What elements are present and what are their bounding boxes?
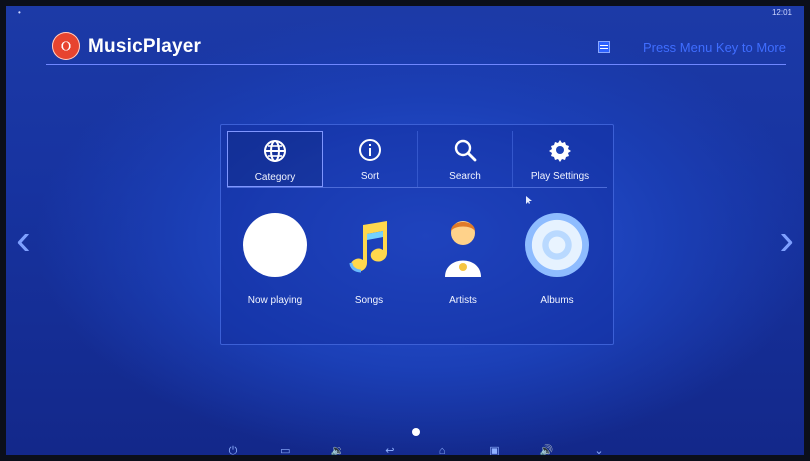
- power-icon[interactable]: ⏻: [226, 444, 240, 455]
- volume-down-icon[interactable]: 🔉: [331, 444, 345, 455]
- tile-label: Songs: [354, 295, 384, 306]
- back-icon[interactable]: ↩: [383, 444, 397, 455]
- recent-apps-icon[interactable]: ▣: [487, 444, 501, 455]
- tab-bar: Category Sort Search Play Settings: [227, 131, 607, 187]
- volume-up-icon[interactable]: 🔊: [540, 444, 554, 455]
- tile-albums[interactable]: Albums: [511, 213, 603, 313]
- tile-label: Now playing: [247, 295, 303, 306]
- tab-play-settings[interactable]: Play Settings: [513, 131, 607, 187]
- menu-icon[interactable]: [598, 41, 610, 53]
- app-title: MusicPlayer: [88, 36, 202, 57]
- tile-songs[interactable]: Songs: [323, 213, 415, 313]
- info-icon: [359, 139, 381, 161]
- next-page-arrow[interactable]: ›: [779, 218, 794, 262]
- tab-divider: [227, 187, 607, 188]
- tile-label: Albums: [540, 295, 574, 306]
- gear-icon: [549, 140, 571, 162]
- music-player-screen: • 12:01 MusicPlayer Press Menu Key to Mo…: [0, 0, 810, 461]
- home-icon[interactable]: ⌂: [435, 444, 449, 455]
- tab-label: Play Settings: [530, 171, 590, 182]
- tab-sort[interactable]: Sort: [323, 131, 418, 187]
- artist-icon: [445, 221, 481, 277]
- collapse-icon[interactable]: ⌄: [592, 444, 606, 455]
- tab-search[interactable]: Search: [418, 131, 513, 187]
- status-time: 12:01: [771, 8, 792, 17]
- mouse-cursor-icon: [526, 196, 532, 204]
- tile-now-playing[interactable]: Now playing: [229, 213, 321, 313]
- music-note-icon: [349, 221, 387, 273]
- app-header: MusicPlayer Press Menu Key to More: [46, 30, 786, 65]
- menu-hint: Press Menu Key to More: [642, 40, 786, 55]
- category-grid: Now playing Songs Artists Albums: [221, 213, 613, 313]
- tab-label: Search: [449, 171, 481, 182]
- tab-label: Category: [254, 172, 296, 183]
- previous-page-arrow[interactable]: ‹: [16, 218, 31, 262]
- status-bar: • 12:01: [6, 6, 804, 20]
- tab-category[interactable]: Category: [227, 131, 323, 187]
- tile-artists[interactable]: Artists: [417, 213, 509, 313]
- globe-icon: [264, 140, 286, 162]
- tile-label: Artists: [449, 295, 477, 306]
- status-indicator: •: [18, 8, 21, 17]
- page-indicator-dot: [412, 428, 420, 436]
- screenshot-icon[interactable]: ▭: [278, 444, 292, 455]
- system-navigation-bar: ⏻ ▭ 🔉 ↩ ⌂ ▣ 🔊 ⌄: [226, 444, 606, 455]
- music-player-app-icon: [52, 32, 80, 60]
- now-playing-icon: [243, 213, 307, 277]
- main-panel: Category Sort Search Play Settings Now p…: [220, 124, 614, 345]
- search-icon: [454, 139, 477, 162]
- album-disc-icon: [525, 213, 589, 277]
- tab-label: Sort: [360, 171, 380, 182]
